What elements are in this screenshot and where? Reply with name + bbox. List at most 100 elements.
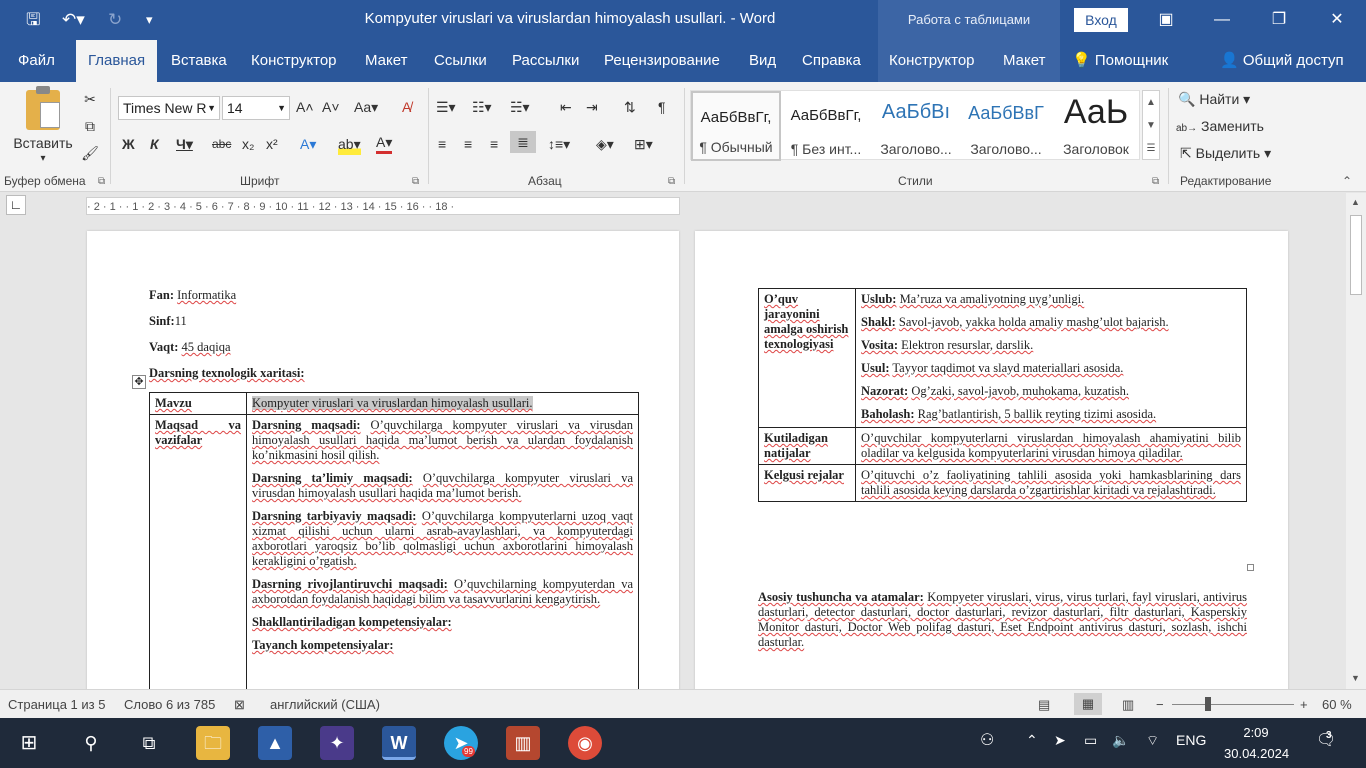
maximize-button[interactable]: ❐ [1256, 0, 1302, 40]
tab-table-design[interactable]: Конструктор [889, 40, 975, 82]
ribbon-display-options-icon[interactable]: ▣ [1143, 0, 1189, 40]
volume-icon[interactable]: 🔈 [1112, 732, 1129, 749]
vertical-scrollbar[interactable]: ▲ ▼ [1346, 193, 1366, 689]
justify-icon[interactable]: ≣ [510, 131, 536, 153]
tab-view[interactable]: Вид [749, 40, 776, 82]
input-language[interactable]: ENG [1176, 732, 1206, 748]
zoom-in-icon[interactable]: + [1300, 697, 1308, 712]
close-button[interactable]: ✕ [1314, 0, 1360, 40]
font-size-combo[interactable]: 14 ▼ [222, 96, 290, 120]
tab-selector-icon[interactable]: ∟ [6, 195, 26, 215]
customize-quick-access-icon[interactable]: ▾ [146, 8, 153, 32]
mavzu-value-cell[interactable]: Kompyuter viruslari va viruslardan himoy… [246, 392, 639, 415]
redo-icon[interactable]: ↻ [108, 8, 122, 32]
style-heading-1[interactable]: АаБбВı Заголово... [871, 91, 961, 161]
tab-layout[interactable]: Макет [365, 40, 407, 82]
bullets-icon[interactable]: ☰▾ [436, 96, 456, 118]
styles-dialog-launcher-icon[interactable]: ⧉ [1152, 176, 1159, 187]
decrease-indent-icon[interactable]: ⇤ [560, 96, 572, 118]
sort-icon[interactable]: ⇅ [624, 96, 636, 118]
clipboard-dialog-launcher-icon[interactable]: ⧉ [98, 176, 105, 187]
show-formatting-marks-icon[interactable]: ¶ [658, 96, 666, 118]
page-1[interactable]: Fan: Informatika Sinf:11 Vaqt: 45 daqiqa… [87, 231, 679, 689]
tab-file[interactable]: Файл [18, 40, 55, 82]
start-windows-icon[interactable]: ⊞ [12, 726, 46, 760]
style-title[interactable]: АаЬ Заголовок [1051, 91, 1141, 161]
word-app-icon[interactable]: W [382, 726, 416, 760]
results-label-cell[interactable]: Kutiladigan natijalar [758, 427, 856, 465]
minimize-button[interactable]: — [1199, 0, 1245, 40]
increase-indent-icon[interactable]: ⇥ [586, 96, 598, 118]
document-area[interactable]: Fan: Informatika Sinf:11 Vaqt: 45 daqiqa… [0, 219, 1346, 689]
app-icon[interactable]: ▲ [258, 726, 292, 760]
find-button[interactable]: 🔍 Найти ▾ [1178, 88, 1250, 110]
font-dialog-launcher-icon[interactable]: ⧉ [412, 176, 419, 187]
paste-button[interactable]: Вставить ▾ [8, 86, 78, 168]
plans-label-cell[interactable]: Kelgusi rejalar [758, 464, 856, 502]
task-view-icon[interactable]: ⧉ [132, 726, 166, 760]
tab-mailings[interactable]: Рассылки [512, 40, 579, 82]
show-hidden-icons-chevron-icon[interactable]: ⌃ [1026, 732, 1038, 749]
tab-design[interactable]: Конструктор [251, 40, 337, 82]
word-count[interactable]: Слово 6 из 785 [124, 697, 215, 712]
people-icon[interactable]: ⚇ [980, 730, 994, 750]
table-move-handle-icon[interactable]: ✥ [132, 375, 146, 389]
tab-table-layout[interactable]: Макет [1003, 40, 1045, 82]
shrink-font-icon[interactable]: A˅ [322, 96, 340, 118]
subscript-icon[interactable]: x₂ [242, 133, 254, 155]
change-case-icon[interactable]: Aa▾ [354, 96, 378, 118]
language-indicator[interactable]: английский (США) [270, 697, 380, 712]
multilevel-list-icon[interactable]: ☵▾ [510, 96, 530, 118]
style-heading-2[interactable]: АаБбВвГ Заголово... [961, 91, 1051, 161]
select-button[interactable]: ⇱ Выделить ▾ [1180, 142, 1271, 164]
plans-content-cell[interactable]: O’qituvchi o’z faoliyatining tahlili aso… [855, 464, 1247, 502]
font-name-combo[interactable]: Times New R ▼ [118, 96, 220, 120]
tab-references[interactable]: Ссылки [434, 40, 487, 82]
align-center-icon[interactable]: ≡ [464, 133, 472, 155]
zoom-slider[interactable] [1172, 704, 1294, 705]
tell-me-search[interactable]: 💡 Помощник [1072, 40, 1168, 82]
proofing-icon[interactable]: ⊠ [234, 697, 245, 713]
page-count[interactable]: Страница 1 из 5 [8, 697, 105, 712]
copy-icon[interactable]: ⧉ [80, 115, 100, 137]
cut-icon[interactable]: ✂ [80, 88, 100, 110]
shading-icon[interactable]: ◈▾ [596, 133, 614, 155]
font-color-icon[interactable]: A▾ [376, 133, 393, 154]
line-spacing-icon[interactable]: ↕≡▾ [548, 133, 570, 155]
clear-formatting-icon[interactable]: A̸ [402, 96, 411, 118]
align-right-icon[interactable]: ≡ [490, 133, 498, 155]
borders-icon[interactable]: ⊞▾ [634, 133, 653, 155]
highlight-color-icon[interactable]: ab▾ [338, 133, 361, 155]
tab-help[interactable]: Справка [802, 40, 861, 82]
strikethrough-icon[interactable]: abc [212, 133, 231, 155]
zoom-level[interactable]: 60 % [1322, 697, 1352, 712]
zoom-slider-thumb[interactable] [1205, 697, 1211, 711]
scrollbar-thumb[interactable] [1350, 215, 1362, 295]
read-mode-icon[interactable]: ▤ [1038, 697, 1050, 713]
telegram-tray-icon[interactable]: ➤ [1054, 732, 1066, 749]
undo-icon[interactable]: ↶▾ [62, 8, 85, 32]
page-2[interactable]: O’quv jarayonini amalga oshirish texnolo… [695, 231, 1288, 689]
notifications-icon[interactable]: 🗨 3 [1316, 730, 1336, 750]
format-painter-icon[interactable]: 🖌 [80, 142, 100, 164]
clock[interactable]: 2:09 30.04.2024 [1224, 722, 1289, 764]
italic-icon[interactable]: К [150, 133, 159, 155]
telegram-icon[interactable]: ➤ 99 [444, 726, 478, 760]
numbering-icon[interactable]: ☷▾ [472, 96, 492, 118]
tab-insert[interactable]: Вставка [171, 40, 227, 82]
style-no-spacing[interactable]: АаБбВвГг, ¶ Без инт... [781, 91, 871, 161]
save-icon[interactable]: 🖫 [26, 8, 40, 32]
bold-icon[interactable]: Ж [122, 133, 135, 155]
horizontal-ruler[interactable]: ∟ · 2 · 1 · · 1 · 2 · 3 · 4 · 5 · 6 · 7 … [0, 193, 1366, 219]
text-effects-icon[interactable]: A▾ [300, 133, 316, 155]
collapse-ribbon-icon[interactable]: ⌃ [1342, 174, 1352, 188]
paragraph-dialog-launcher-icon[interactable]: ⧉ [668, 176, 675, 187]
underline-icon[interactable]: Ч▾ [176, 133, 193, 155]
file-explorer-icon[interactable]: 🗀 [196, 726, 230, 760]
results-content-cell[interactable]: O’quvchilar kompyuterlarni viruslardan h… [855, 427, 1247, 465]
table-resize-handle[interactable] [1247, 564, 1254, 571]
align-left-icon[interactable]: ≡ [438, 133, 446, 155]
scroll-down-icon[interactable]: ▼ [1351, 673, 1360, 683]
technology-content-cell[interactable]: Uslub: Ma’ruza va amaliyotning uyg’unlig… [855, 288, 1247, 428]
login-button[interactable]: Вход [1074, 8, 1128, 32]
